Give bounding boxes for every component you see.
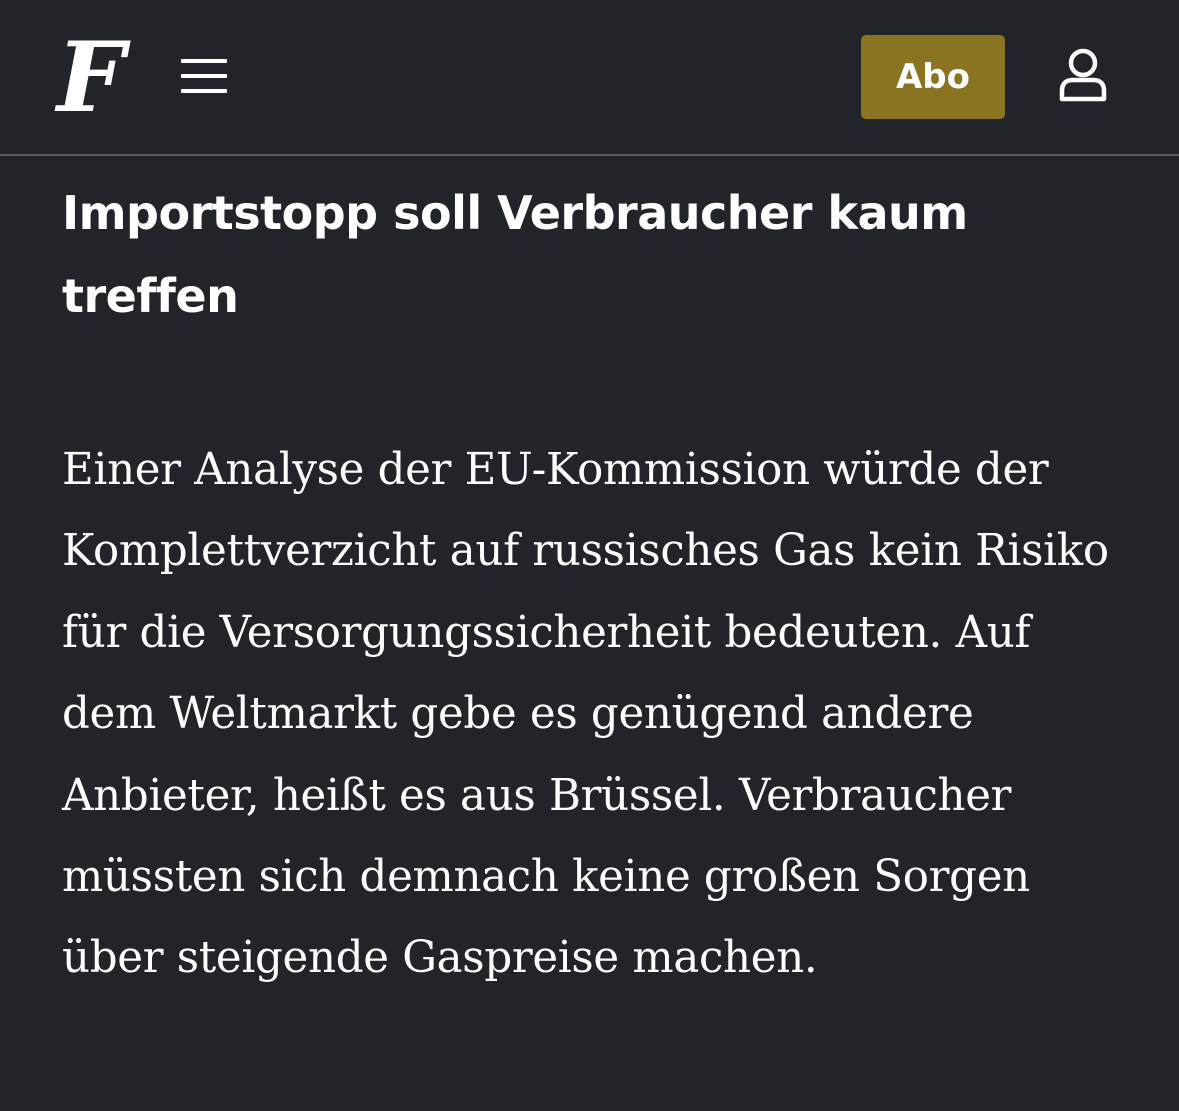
faz-logo[interactable]: F xyxy=(56,30,126,126)
abo-button[interactable]: Abo xyxy=(861,35,1005,119)
article-headline[interactable]: Importstopp soll Verbraucher kaum treffe… xyxy=(62,172,1122,338)
hamburger-menu-icon[interactable] xyxy=(178,56,230,96)
user-account-icon[interactable] xyxy=(1058,47,1108,103)
article-teaser: Einer Analyse der EU-Kommission würde de… xyxy=(62,445,1109,984)
site-header: F Abo xyxy=(0,0,1179,156)
